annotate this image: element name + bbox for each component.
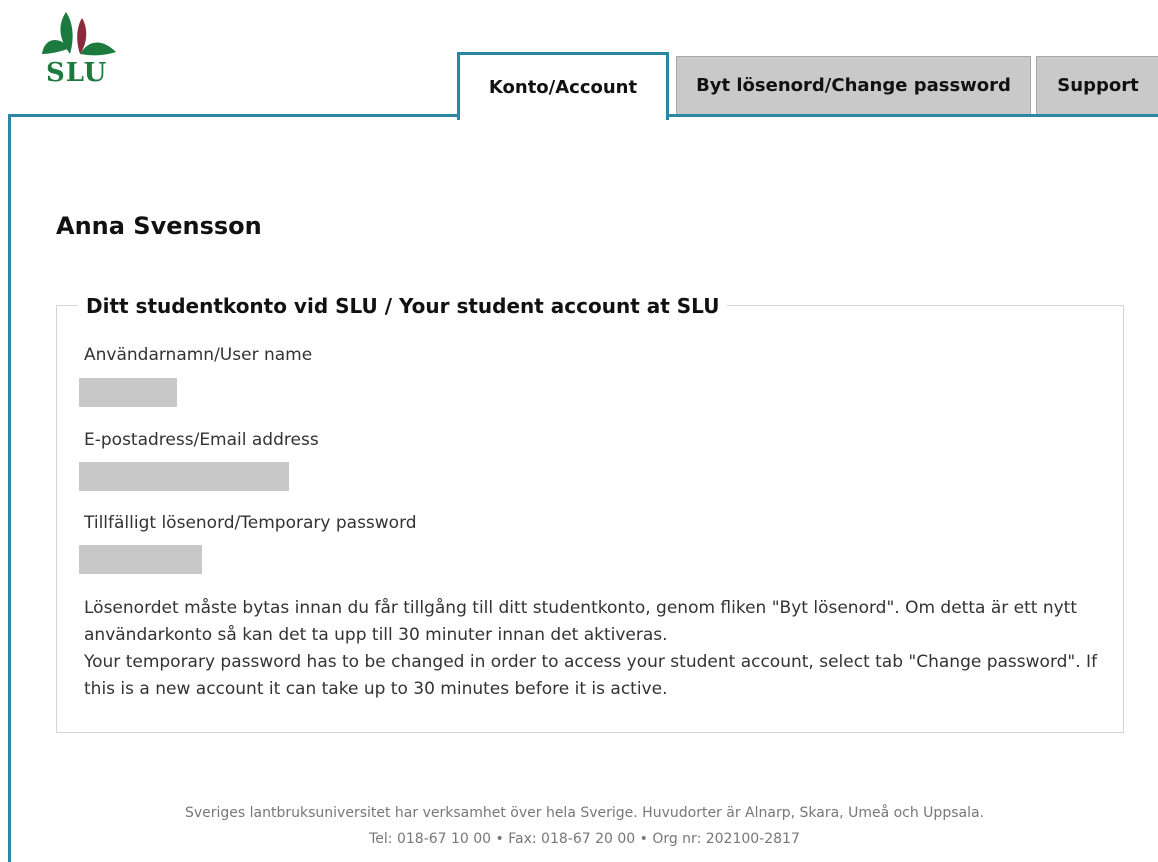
email-label: E-postadress/Email address [84,430,319,450]
tab-bar: Konto/Account Byt lösenord/Change passwo… [0,0,1158,120]
account-panel-title: Ditt studentkonto vid SLU / Your student… [78,294,728,318]
tab-change-password[interactable]: Byt lösenord/Change password [676,56,1031,114]
footer-line-contact: Tel: 018-67 10 00 • Fax: 018-67 20 00 • … [369,831,800,847]
username-label: Användarnamn/User name [84,345,313,365]
email-value-redacted [79,462,289,491]
user-full-name: Anna Svensson [56,212,262,240]
tab-support[interactable]: Support [1036,56,1158,114]
page-footer: Sveriges lantbruksuniversitet har verksa… [11,800,1158,852]
info-text-english: Your temporary password has to be change… [84,652,1098,699]
footer-line-about: Sveriges lantbruksuniversitet har verksa… [184,805,984,821]
temp-password-value-redacted [79,545,202,574]
account-info-text: Lösenordet måste bytas innan du får till… [84,595,1114,703]
content-frame-left-border [8,114,11,862]
temp-password-label: Tillfälligt lösenord/Temporary password [84,513,417,533]
tab-account[interactable]: Konto/Account [457,52,669,120]
info-text-swedish: Lösenordet måste bytas innan du får till… [84,598,1077,645]
username-value-redacted [79,378,177,407]
